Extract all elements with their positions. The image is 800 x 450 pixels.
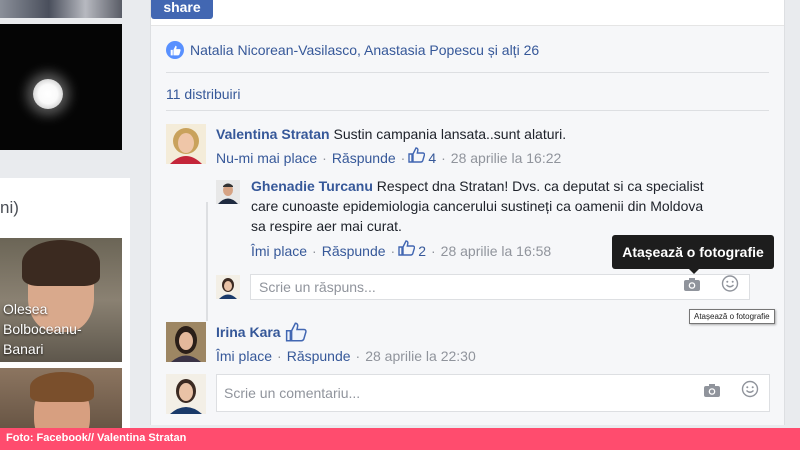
comment-input[interactable]: Scrie un comentariu... xyxy=(216,374,770,412)
smiley-icon[interactable] xyxy=(721,275,739,300)
feedback-section: Natalia Nicorean-Vasilasco, Anastasia Po… xyxy=(151,26,784,425)
separator: · xyxy=(277,348,282,364)
like-link[interactable]: Îmi place xyxy=(216,346,272,366)
reply-text-line1: Respect dna Stratan! Dvs. ca deputat si … xyxy=(376,178,704,194)
photo-thumbnail-top[interactable] xyxy=(0,0,122,18)
photo-thumbnail-moon[interactable] xyxy=(0,24,122,150)
separator: · xyxy=(355,348,361,364)
separator: · xyxy=(400,149,406,166)
share-button[interactable]: share xyxy=(151,0,213,19)
separator: · xyxy=(431,242,436,259)
likes-row[interactable]: Natalia Nicorean-Vasilasco, Anastasia Po… xyxy=(166,40,539,60)
friend-photo-hair xyxy=(22,240,100,286)
divider xyxy=(166,72,769,73)
thumbs-up-icon xyxy=(285,322,307,342)
reply-link[interactable]: Răspunde xyxy=(287,346,351,366)
separator: · xyxy=(312,242,317,259)
avatar[interactable] xyxy=(166,322,206,362)
post-card: share Natalia Nicorean-Vasilasco, Anasta… xyxy=(150,0,785,425)
comment-text: Sustin campania lansata..sunt alaturi. xyxy=(333,126,567,142)
tooltip-arrow xyxy=(688,268,700,274)
separator: · xyxy=(322,149,327,166)
like-count[interactable]: 4 xyxy=(428,148,436,168)
friend-photo-hair xyxy=(30,372,94,402)
like-icon xyxy=(166,41,184,59)
comment-actions: Nu-mi mai place · Răspunde · 4 · 28 apri… xyxy=(216,147,561,168)
camera-icon[interactable] xyxy=(703,375,721,411)
friends-heading: ni) xyxy=(0,198,19,217)
current-user-avatar xyxy=(166,374,206,414)
friend-name[interactable]: Olesea Bolboceanu-Banari xyxy=(3,299,121,359)
comment-author[interactable]: Valentina Stratan xyxy=(216,126,330,142)
comment-timestamp[interactable]: 28 aprilie la 16:22 xyxy=(451,148,562,168)
divider xyxy=(166,110,769,111)
comment-author[interactable]: Irina Kara xyxy=(216,322,281,342)
separator: · xyxy=(390,242,396,259)
native-tooltip: Atașează o fotografie xyxy=(689,309,775,324)
reply-input-placeholder: Scrie un răspuns... xyxy=(259,279,376,295)
camera-icon[interactable] xyxy=(683,275,701,299)
like-count[interactable]: 2 xyxy=(418,241,426,261)
attach-photo-tooltip: Atașează o fotografie xyxy=(612,235,774,269)
comment-input-placeholder: Scrie un comentariu... xyxy=(224,385,361,401)
thumbs-up-icon[interactable] xyxy=(408,147,426,168)
reply-input[interactable]: Scrie un răspuns... xyxy=(250,274,750,300)
shares-count[interactable]: 11 distribuiri xyxy=(166,86,240,102)
comment-body: Valentina Stratan Sustin campania lansat… xyxy=(216,124,566,144)
left-column: ni) Olesea Bolboceanu-Banari xyxy=(0,0,130,450)
reply-text-line3: sa respire aer mai curat. xyxy=(251,218,402,234)
reply-timestamp[interactable]: 28 aprilie la 16:58 xyxy=(441,241,552,261)
avatar[interactable] xyxy=(166,124,206,164)
reply-link[interactable]: Răspunde xyxy=(322,241,386,261)
moon-image xyxy=(33,79,63,109)
like-link[interactable]: Îmi place xyxy=(251,241,307,261)
photo-credit: Foto: Facebook// Valentina Stratan xyxy=(6,432,187,444)
reply-text-line2: care cunoaste epidemiologia cancerului s… xyxy=(251,198,704,214)
unlike-link[interactable]: Nu-mi mai place xyxy=(216,148,317,168)
thumbs-up-icon[interactable] xyxy=(398,240,416,261)
photo-credit-bar: Foto: Facebook// Valentina Stratan xyxy=(0,428,800,450)
current-user-avatar xyxy=(216,275,240,299)
comment-actions: Îmi place · Răspunde · 28 aprilie la 22:… xyxy=(216,346,476,366)
reply-author[interactable]: Ghenadie Turcanu xyxy=(251,178,373,194)
reply-actions: Îmi place · Răspunde · 2 · 28 aprilie la… xyxy=(251,240,551,261)
comment-timestamp[interactable]: 28 aprilie la 22:30 xyxy=(365,346,476,366)
reply-link[interactable]: Răspunde xyxy=(332,148,396,168)
comment-body: Irina Kara xyxy=(216,322,307,342)
post-top-area: share xyxy=(151,0,784,26)
friend-tile[interactable]: Olesea Bolboceanu-Banari xyxy=(0,238,122,362)
avatar[interactable] xyxy=(216,180,240,204)
smiley-icon[interactable] xyxy=(741,375,759,411)
separator: · xyxy=(441,149,446,166)
likes-text[interactable]: Natalia Nicorean-Vasilasco, Anastasia Po… xyxy=(190,42,539,58)
reply-body: Ghenadie Turcanu Respect dna Stratan! Dv… xyxy=(251,176,751,236)
reply-thread-line xyxy=(206,202,208,321)
